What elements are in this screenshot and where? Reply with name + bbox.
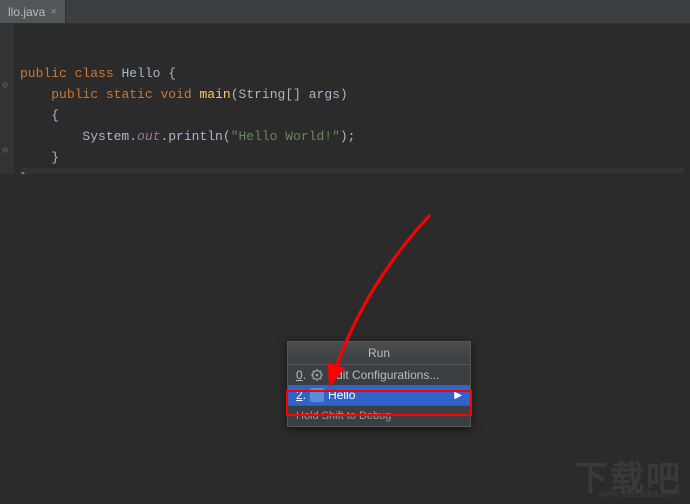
menu-item-label: Hello [328, 388, 355, 402]
tab-label: llo.java [8, 5, 45, 19]
menu-item-hello[interactable]: 2. Hello ▶ [288, 385, 470, 405]
tab-bar: llo.java × [0, 0, 690, 24]
gutter: ⊖ ⊖ [0, 24, 14, 174]
code-line: System.out.println("Hello World!"); [20, 129, 355, 144]
menu-title: Run [288, 342, 470, 365]
code-area[interactable]: public class Hello { public static void … [14, 24, 690, 174]
fold-marker-icon[interactable]: ⊖ [2, 145, 12, 155]
editor-tab[interactable]: llo.java × [0, 0, 66, 23]
run-context-menu: Run 0. Edit Configurations... 2. Hello ▶… [287, 341, 471, 427]
fold-marker-icon[interactable]: ⊖ [2, 80, 12, 90]
menu-item-edit-configurations[interactable]: 0. Edit Configurations... [288, 365, 470, 385]
code-line: { [20, 108, 59, 123]
code-line: public static void main(String[] args) [20, 87, 348, 102]
watermark-url: www.xiazaiba.com [598, 489, 680, 500]
close-icon[interactable]: × [50, 6, 56, 18]
chevron-right-icon: ▶ [454, 390, 462, 401]
code-line: } [20, 150, 59, 165]
menu-item-label: Edit Configurations... [328, 368, 439, 382]
code-line: public class Hello { [20, 66, 176, 81]
gear-icon [310, 368, 324, 382]
code-editor[interactable]: ⊖ ⊖ public class Hello { public static v… [0, 24, 690, 174]
application-icon [310, 388, 324, 402]
menu-hint: Hold Shift to Debug [288, 406, 470, 426]
